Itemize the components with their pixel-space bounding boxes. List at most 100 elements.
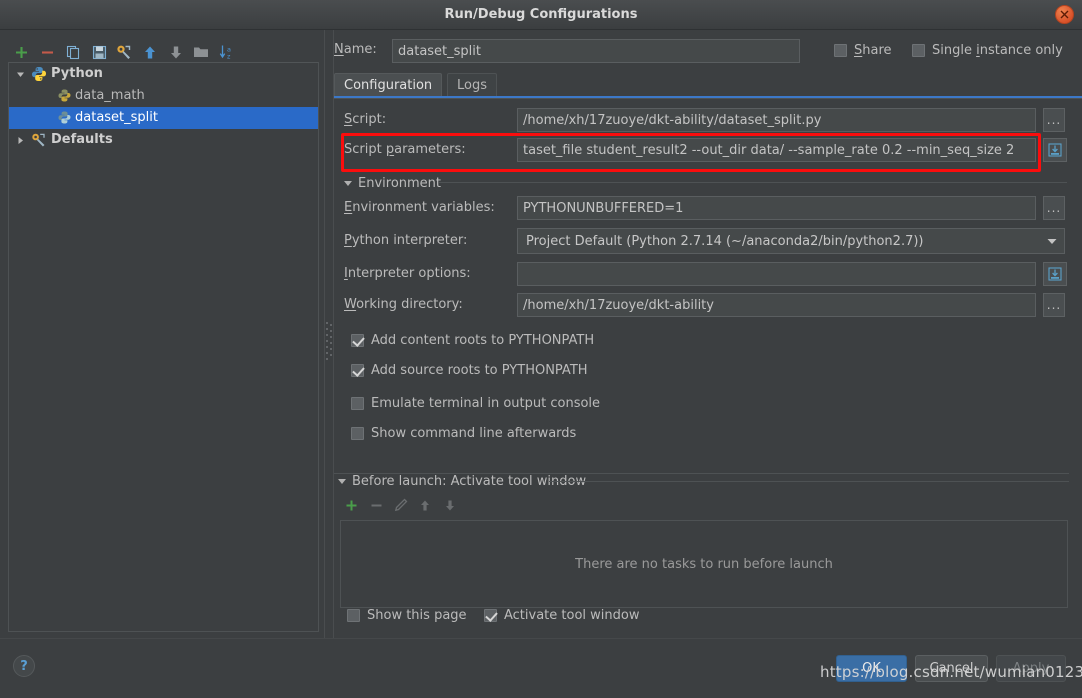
single-instance-checkbox-box	[912, 44, 925, 57]
remove-configuration-button[interactable]	[36, 41, 58, 63]
move-up-button[interactable]	[139, 41, 161, 63]
edit-task-button	[390, 494, 412, 516]
name-input[interactable]	[392, 39, 800, 63]
python-interpreter-value: Project Default (Python 2.7.14 (~/anacon…	[526, 233, 924, 249]
minus-icon	[371, 504, 381, 506]
configurations-panel: a z Python data_math dataset_split Defau…	[0, 30, 327, 638]
folder-icon	[194, 47, 208, 57]
script-parameters-input[interactable]	[517, 138, 1036, 162]
interpreter-options-input[interactable]	[517, 262, 1036, 286]
svg-text:z: z	[227, 53, 231, 61]
edit-defaults-button[interactable]	[113, 41, 135, 63]
add-source-roots-checkbox[interactable]: Add source roots to PYTHONPATH	[351, 363, 588, 378]
remove-task-button	[365, 494, 387, 516]
cancel-button[interactable]: Cancel	[915, 655, 988, 682]
help-icon: ?	[20, 658, 28, 674]
script-parameters-label: Script parameters:	[344, 142, 466, 157]
chevron-down-icon	[344, 181, 352, 186]
tree-item-label: dataset_split	[75, 110, 158, 125]
emulate-terminal-checkbox-box	[351, 397, 364, 410]
title-bar: Run/Debug Configurations	[0, 0, 1082, 30]
chevron-right-icon[interactable]	[13, 129, 27, 151]
show-this-page-checkbox[interactable]: Show this page	[347, 608, 467, 623]
save-configuration-button[interactable]	[88, 41, 110, 63]
apply-button: Apply	[996, 655, 1066, 682]
help-button[interactable]: ?	[13, 655, 35, 677]
environment-variables-input[interactable]	[517, 196, 1036, 220]
working-directory-input[interactable]	[517, 293, 1036, 317]
arrow-up-icon	[421, 500, 429, 510]
script-parameters-expand-button[interactable]	[1043, 138, 1067, 162]
emulate-terminal-label: Emulate terminal in output console	[371, 396, 601, 411]
ok-button-label: OK	[862, 661, 881, 676]
minus-icon	[41, 50, 53, 54]
working-directory-row: Working directory: ...	[344, 293, 1079, 319]
close-icon[interactable]	[1055, 5, 1074, 24]
activate-tool-window-checkbox[interactable]: Activate tool window	[484, 608, 639, 623]
tree-item-defaults[interactable]: Defaults	[9, 129, 318, 151]
tree-item-dataset-split[interactable]: dataset_split	[9, 107, 318, 129]
single-instance-checkbox[interactable]: Single instance only	[912, 43, 1063, 58]
environment-section-header[interactable]: Environment	[344, 176, 441, 191]
ellipsis-icon: ...	[1046, 113, 1062, 127]
tree-item-label: Python	[51, 66, 103, 81]
chevron-down-icon[interactable]	[13, 63, 27, 85]
tab-logs[interactable]: Logs	[447, 73, 497, 98]
script-parameters-row: Script parameters:	[344, 138, 1079, 164]
add-configuration-button[interactable]	[10, 41, 32, 63]
show-this-page-checkbox-box	[347, 609, 360, 622]
expand-editor-icon	[1048, 267, 1062, 281]
before-launch-rule	[549, 481, 1069, 482]
close-glyph	[1060, 10, 1069, 19]
add-content-roots-checkbox[interactable]: Add content roots to PYTHONPATH	[351, 333, 594, 348]
share-checkbox[interactable]: Share	[834, 43, 892, 58]
python-interpreter-select[interactable]: Project Default (Python 2.7.14 (~/anacon…	[517, 228, 1065, 254]
configuration-editor: Name: Share Single instance only Configu…	[334, 30, 1082, 638]
script-input[interactable]	[517, 108, 1036, 132]
plus-icon	[346, 500, 356, 510]
script-browse-button[interactable]: ...	[1043, 108, 1065, 132]
environment-variables-browse-button[interactable]: ...	[1043, 196, 1065, 220]
chevron-down-icon[interactable]	[1040, 229, 1064, 253]
sort-alphabetically-button[interactable]: a z	[216, 41, 238, 63]
interpreter-options-expand-button[interactable]	[1043, 262, 1067, 286]
tree-item-data-math[interactable]: data_math	[9, 85, 318, 107]
tab-configuration[interactable]: Configuration	[334, 73, 443, 98]
copy-icon	[66, 45, 79, 59]
share-label: Share	[854, 43, 892, 58]
move-task-down-button	[439, 494, 461, 516]
environment-section-rule	[439, 182, 1067, 183]
python-icon	[31, 66, 47, 82]
arrow-down-icon	[446, 500, 454, 510]
name-label: Name:	[334, 42, 377, 57]
show-this-page-label: Show this page	[367, 608, 467, 623]
arrow-down-icon	[171, 46, 181, 58]
single-instance-label: Single instance only	[932, 43, 1063, 58]
apply-button-label: Apply	[1012, 661, 1050, 676]
python-interpreter-label: Python interpreter:	[344, 233, 468, 248]
environment-variables-row: Environment variables: ...	[344, 196, 1079, 222]
tree-item-label: Defaults	[51, 132, 113, 147]
add-content-roots-label: Add content roots to PYTHONPATH	[371, 333, 595, 348]
tree-item-python[interactable]: Python	[9, 63, 318, 85]
chevron-down-icon	[338, 479, 346, 484]
before-launch-task-list[interactable]: There are no tasks to run before launch	[340, 520, 1068, 608]
environment-section-label: Environment	[358, 176, 442, 191]
add-task-button[interactable]	[340, 494, 362, 516]
show-command-line-label: Show command line afterwards	[371, 426, 577, 441]
configurations-tree[interactable]: Python data_math dataset_split Defaults	[8, 62, 319, 632]
copy-configuration-button[interactable]	[62, 41, 84, 63]
emulate-terminal-checkbox[interactable]: Emulate terminal in output console	[351, 396, 600, 411]
interpreter-options-label: Interpreter options:	[344, 266, 471, 281]
working-directory-browse-button[interactable]: ...	[1043, 293, 1065, 317]
show-command-line-checkbox[interactable]: Show command line afterwards	[351, 426, 576, 441]
move-into-folder-button[interactable]	[190, 41, 212, 63]
working-directory-label: Working directory:	[344, 297, 463, 312]
before-launch-empty-text: There are no tasks to run before launch	[575, 556, 833, 572]
editor-tabs: Configuration Logs	[334, 73, 1082, 98]
ok-button[interactable]: OK	[836, 655, 907, 682]
activate-tool-window-checkbox-box	[484, 609, 497, 622]
panel-splitter[interactable]	[324, 30, 334, 638]
move-down-button[interactable]	[165, 41, 187, 63]
save-icon	[92, 45, 106, 59]
